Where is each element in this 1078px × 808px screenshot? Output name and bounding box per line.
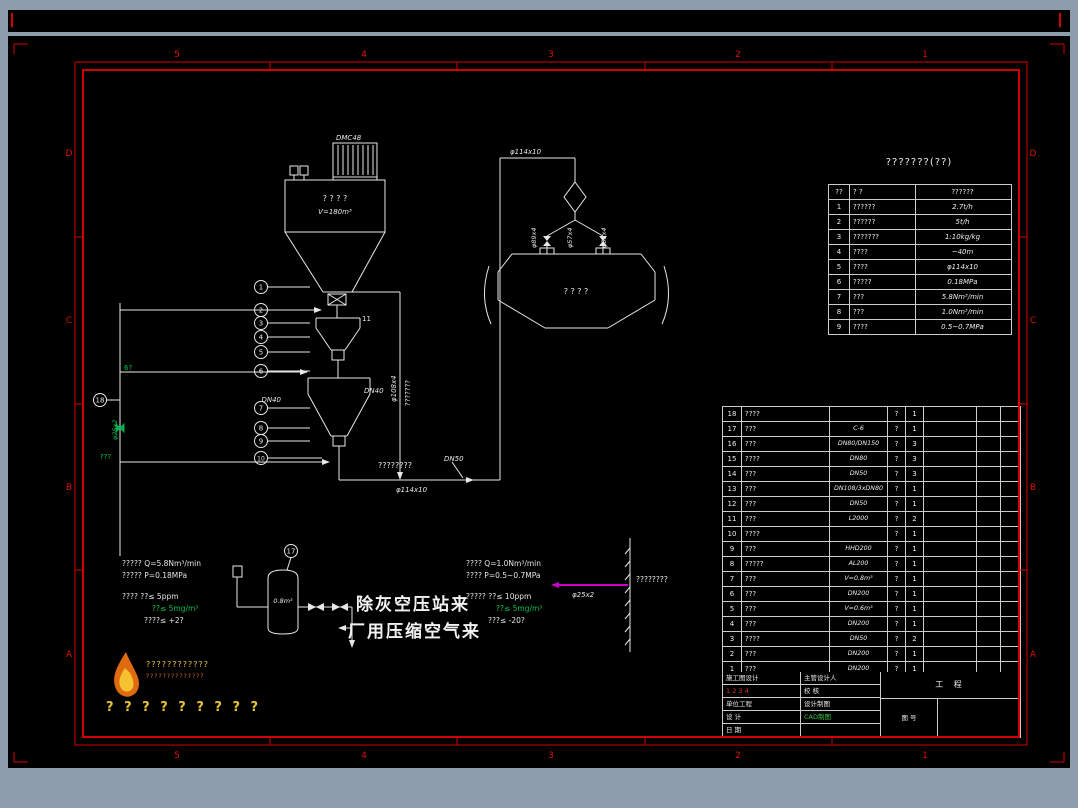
table-row: 12??? DN50? 1 — [723, 496, 1020, 511]
table-row: 4???? ~40m — [829, 244, 1011, 259]
table-row: 13??? DN108/3xDN80? 1 — [723, 481, 1020, 496]
table-row: 3??????? 1:10kg/kg — [829, 229, 1011, 244]
title-block: 施工图设计 主管设计人 1 2 3 4校 核 单位工程 设计制图 设 计 CAD制图 … — [722, 672, 1021, 738]
title-block-label: 1 2 3 4 — [723, 685, 801, 698]
note-line: ???? Q=1.0Nm³/min — [466, 559, 542, 568]
drawing-number-row: 图 号 — [881, 699, 1020, 737]
table-row: 8??? 1.0Nm³/min — [829, 304, 1011, 319]
table-row: 10????? 1 — [723, 526, 1020, 541]
table-row: 17??? C-6? 1 — [723, 421, 1020, 436]
table-row: 6??? DN200? 1 — [723, 586, 1020, 601]
project-label: 工 程 — [881, 672, 1020, 699]
title-block-label — [801, 724, 881, 737]
plant-air-label: 厂用压缩空气来 — [348, 622, 481, 642]
note-line: ????? P=0.18MPa — [122, 571, 188, 580]
ash-station-air-label: 除灰空压站来 — [356, 595, 470, 615]
table-row: 16??? DN80/DN150? 3 — [723, 436, 1020, 451]
title-block-label: 校 核 — [801, 685, 881, 698]
title-block-label: 设 计 — [723, 711, 801, 724]
table-row: ??? ??????? — [829, 185, 1011, 199]
bom-parts-table: 18????? 1 17??? C-6? 1 16??? DN80/DN150? 3 15… — [722, 406, 1021, 692]
table-row: 9??? HHD200? 1 — [723, 541, 1020, 556]
note-line: ???? ??≤ 5ppm — [122, 592, 179, 601]
title-block-label: 单位工程 — [723, 698, 801, 711]
note-line: ????? ??≤ 10ppm — [466, 592, 532, 601]
air-supply-note-1: ????? Q=5.8Nm³/min ????? P=0.18MPa ???? … — [122, 558, 201, 627]
table-row: 4??? DN200? 1 — [723, 616, 1020, 631]
table-row: 7??? 5.8Nm³/min — [829, 289, 1011, 304]
table-row: 6????? 0.18MPa — [829, 274, 1011, 289]
table-row: 3???? DN50? 2 — [723, 631, 1020, 646]
title-block-label: CAD制图 — [801, 711, 881, 724]
title-block-grid: 施工图设计 主管设计人 1 2 3 4校 核 单位工程 设计制图 设 计 CAD制图 … — [723, 672, 881, 737]
tech-table-title: ???????(??) — [885, 157, 953, 168]
table-row: 14??? DN50? 3 — [723, 466, 1020, 481]
tech-characteristics-table: ??? ??????? 1?????? 2.7t/h 2?????? 5t/h 3?… — [828, 184, 1012, 335]
table-row: 7??? V=0.8m³? 1 — [723, 571, 1020, 586]
table-row: 15???? DN80? 3 — [723, 451, 1020, 466]
table-row: 2??? DN200? 1 — [723, 646, 1020, 661]
logo-text-line3: ? ? ? ? ? ? ? ? ? — [106, 700, 262, 715]
table-row: 2?????? 5t/h — [829, 214, 1011, 229]
note-line: ??≤ 5mg/m³ — [152, 604, 199, 613]
drawing-number-label: 图 号 — [901, 714, 917, 722]
note-line: ???? P=0.5~0.7MPa — [466, 571, 541, 580]
title-block-label: 主管设计人 — [801, 672, 881, 685]
note-line: ????? Q=5.8Nm³/min — [122, 559, 201, 568]
logo-text-line1: ???????????? — [146, 660, 209, 669]
note-line: ???≤ -20? — [488, 616, 525, 625]
top-black-strip — [8, 10, 1070, 32]
drawing-number-box — [937, 699, 1020, 737]
title-block-label: 施工图设计 — [723, 672, 801, 685]
table-row: 18????? 1 — [723, 407, 1020, 421]
note-line: ??≤ 5mg/m³ — [496, 604, 543, 613]
table-row: 1?????? 2.7t/h — [829, 199, 1011, 214]
table-row: 5???? φ114x10 — [829, 259, 1011, 274]
title-block-right: 工 程 图 号 — [881, 672, 1020, 737]
logo-text-line2: ?????????????? — [146, 673, 205, 680]
title-block-label: 设计制图 — [801, 698, 881, 711]
note-line: ????≤ +2? — [144, 616, 184, 625]
cad-drawing-preview: ???????(??) ??? ??????? 1?????? 2.7t/h 2?… — [0, 0, 1078, 808]
table-row: 8????? AL200? 1 — [723, 556, 1020, 571]
table-row: 5??? V=0.6m³? 1 — [723, 601, 1020, 616]
table-row: 11??? L2000? 2 — [723, 511, 1020, 526]
title-block-label: 日 期 — [723, 724, 801, 737]
table-row: 9???? 0.5~0.7MPa — [829, 319, 1011, 334]
